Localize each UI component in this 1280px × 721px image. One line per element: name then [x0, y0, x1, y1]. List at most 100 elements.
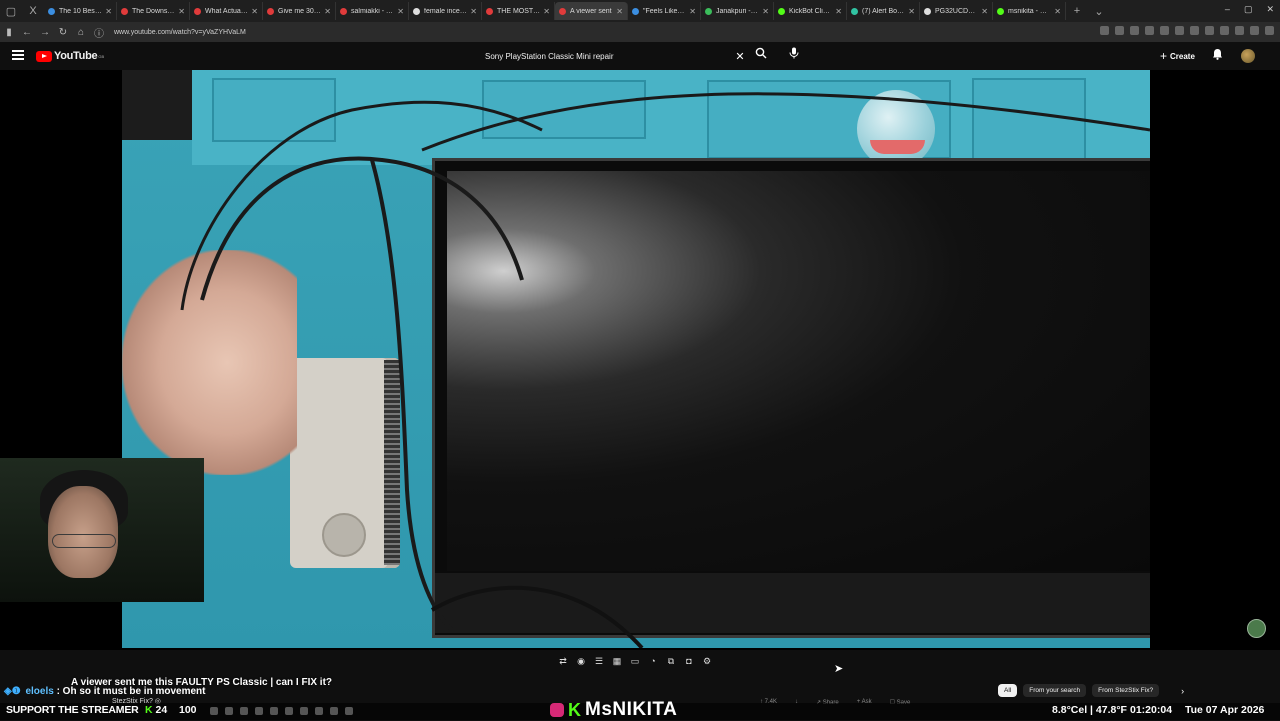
taskbar-app-icon[interactable] [345, 707, 353, 715]
loop-icon[interactable]: ⇄ [556, 655, 570, 667]
back-icon[interactable]: ← [18, 27, 36, 38]
browser-tab[interactable]: The Downsides of✕ [117, 2, 190, 20]
video-frame[interactable] [122, 70, 1150, 648]
taskbar-app-icon[interactable] [330, 707, 338, 715]
home-icon[interactable]: ⌂ [72, 27, 90, 38]
tab-close-icon[interactable]: ✕ [397, 7, 404, 16]
extension-icon[interactable] [1160, 26, 1169, 35]
extension-icon[interactable] [1100, 26, 1109, 35]
taskbar-app-icon[interactable] [210, 707, 218, 715]
chip-from-channel[interactable]: From StezStix Fix? [1092, 684, 1160, 697]
bell-icon[interactable] [1212, 48, 1223, 63]
taskbar-app-icon[interactable] [270, 707, 278, 715]
tab-close-icon[interactable]: ✕ [470, 7, 477, 16]
browser-tab[interactable]: A viewer sent ✕ [555, 2, 628, 20]
settings-icon[interactable]: ⚙ [700, 655, 714, 667]
microphone-icon[interactable] [785, 47, 803, 65]
tab-close-icon[interactable]: ✕ [1054, 7, 1061, 16]
extension-icon[interactable] [1205, 26, 1214, 35]
tab-close-icon[interactable]: ✕ [105, 7, 112, 16]
browser-tab[interactable]: (7) Alert Box / Stre✕ [847, 2, 920, 20]
clear-search-icon[interactable]: ✕ [731, 50, 749, 63]
maximize-icon[interactable]: ▢ [1244, 4, 1253, 15]
tab-close-icon[interactable]: ✕ [616, 7, 623, 16]
minimize-icon[interactable]: – [1225, 4, 1230, 15]
streamer-brand: K MsNIKITA [550, 699, 677, 721]
taskbar-app-icon[interactable] [225, 707, 233, 715]
browser-tab[interactable]: PG32UCDM3 - Go✕ [920, 2, 993, 20]
clock: 01:20:04 [1130, 704, 1173, 716]
reload-icon[interactable]: ↻ [54, 27, 72, 38]
browser-menu-icon[interactable] [1265, 26, 1274, 35]
chip-from-search[interactable]: From your search [1023, 684, 1087, 697]
tab-close-icon[interactable]: ✕ [835, 7, 842, 16]
sidebar-toggle-icon[interactable]: ▮ [0, 27, 18, 38]
search-input[interactable]: Sony PlayStation Classic Mini repair [477, 52, 731, 61]
chat-username: eloels [25, 686, 54, 697]
taskbar-app-icon[interactable] [300, 707, 308, 715]
chip-all[interactable]: All [998, 684, 1018, 697]
tab-close-icon[interactable]: ✕ [689, 7, 696, 16]
close-window-icon[interactable]: ✕ [1266, 4, 1274, 15]
tab-title: Give me 30 minut [278, 7, 322, 15]
forward-icon[interactable]: → [36, 27, 54, 38]
browser-tab[interactable]: salmiakki - YouTub✕ [336, 2, 409, 20]
url-field[interactable]: www.youtube.com/watch?v=yVaZYHVaLM [114, 29, 246, 36]
taskbar-app-icon[interactable] [255, 707, 263, 715]
weather-readout: 8.8°Cel | 47.8°F [1052, 704, 1127, 716]
tab-close-icon[interactable]: ✕ [324, 7, 331, 16]
tab-close-icon[interactable]: ✕ [981, 7, 988, 16]
tab-close-icon[interactable]: ✕ [543, 7, 550, 16]
miniplayer-icon[interactable]: ⧉ [664, 655, 678, 667]
create-button[interactable]: + Create [1160, 49, 1195, 63]
theater-icon[interactable]: ▭ [628, 655, 642, 667]
browser-menu-icon[interactable]: ▢ [3, 3, 19, 19]
extension-icon[interactable] [1190, 26, 1199, 35]
browser-tab[interactable]: THE MOST POLLU✕ [482, 2, 555, 20]
site-info-icon[interactable]: ⓘ [90, 25, 108, 40]
clip-icon[interactable]: ▦ [610, 655, 624, 667]
browser-tab[interactable]: female incel - Goo✕ [409, 2, 482, 20]
tab-favicon-icon [924, 7, 931, 15]
tab-list-icon[interactable]: ⌄ [1091, 3, 1107, 19]
taskbar-app-icon[interactable] [285, 707, 293, 715]
extension-icon[interactable] [1175, 26, 1184, 35]
chevron-right-icon[interactable]: › [1181, 686, 1184, 696]
extension-icon[interactable] [1220, 26, 1229, 35]
taskbar-app-icon[interactable] [315, 707, 323, 715]
youtube-logo[interactable]: YouTube GB [36, 50, 104, 62]
bookmark-star-icon[interactable] [1130, 26, 1139, 35]
new-tab-icon[interactable]: + [1069, 3, 1085, 19]
taskbar-app-icon[interactable] [240, 707, 248, 715]
tab-close-icon[interactable]: ✕ [762, 7, 769, 16]
speed-icon[interactable]: ◔ [646, 655, 660, 667]
floating-avatar[interactable] [1247, 619, 1266, 638]
browser-tab[interactable]: The 10 Best Clinic✕ [44, 2, 117, 20]
tab-close-icon[interactable]: ✕ [178, 7, 185, 16]
browser-tab[interactable]: msnikita - Kick Pro✕ [993, 2, 1066, 20]
browser-tab[interactable]: What Actually Hap✕ [190, 2, 263, 20]
x-icon[interactable]: X [25, 3, 41, 19]
extension-icon[interactable] [1235, 26, 1244, 35]
tab-title: salmiakki - YouTub [351, 7, 394, 15]
kick-icon: K [145, 704, 153, 716]
browser-tab[interactable]: KickBot Clip Comm✕ [774, 2, 847, 20]
tab-favicon-icon [194, 7, 201, 15]
menu-icon[interactable] [12, 50, 24, 60]
playlist-icon[interactable]: ☰ [592, 655, 606, 667]
video-scene-cables [180, 92, 1150, 648]
extension-icon[interactable] [1115, 26, 1124, 35]
support-text: SUPPORT THE STREAMER [6, 704, 139, 716]
tab-close-icon[interactable]: ✕ [251, 7, 258, 16]
download-icon[interactable] [1145, 26, 1154, 35]
profile-icon[interactable] [1250, 26, 1259, 35]
audio-icon[interactable]: ◉ [574, 655, 588, 667]
search-icon[interactable] [751, 47, 771, 65]
tab-close-icon[interactable]: ✕ [908, 7, 915, 16]
avatar[interactable] [1241, 49, 1255, 63]
browser-tab[interactable]: "Feels Like" (Heat I✕ [628, 2, 701, 20]
browser-tab[interactable]: Give me 30 minut✕ [263, 2, 336, 20]
search-box[interactable]: Sony PlayStation Classic Mini repair ✕ [477, 46, 749, 66]
browser-tab[interactable]: Janakpuri - Googl✕ [701, 2, 774, 20]
screenshot-icon[interactable]: ◘ [682, 655, 696, 667]
